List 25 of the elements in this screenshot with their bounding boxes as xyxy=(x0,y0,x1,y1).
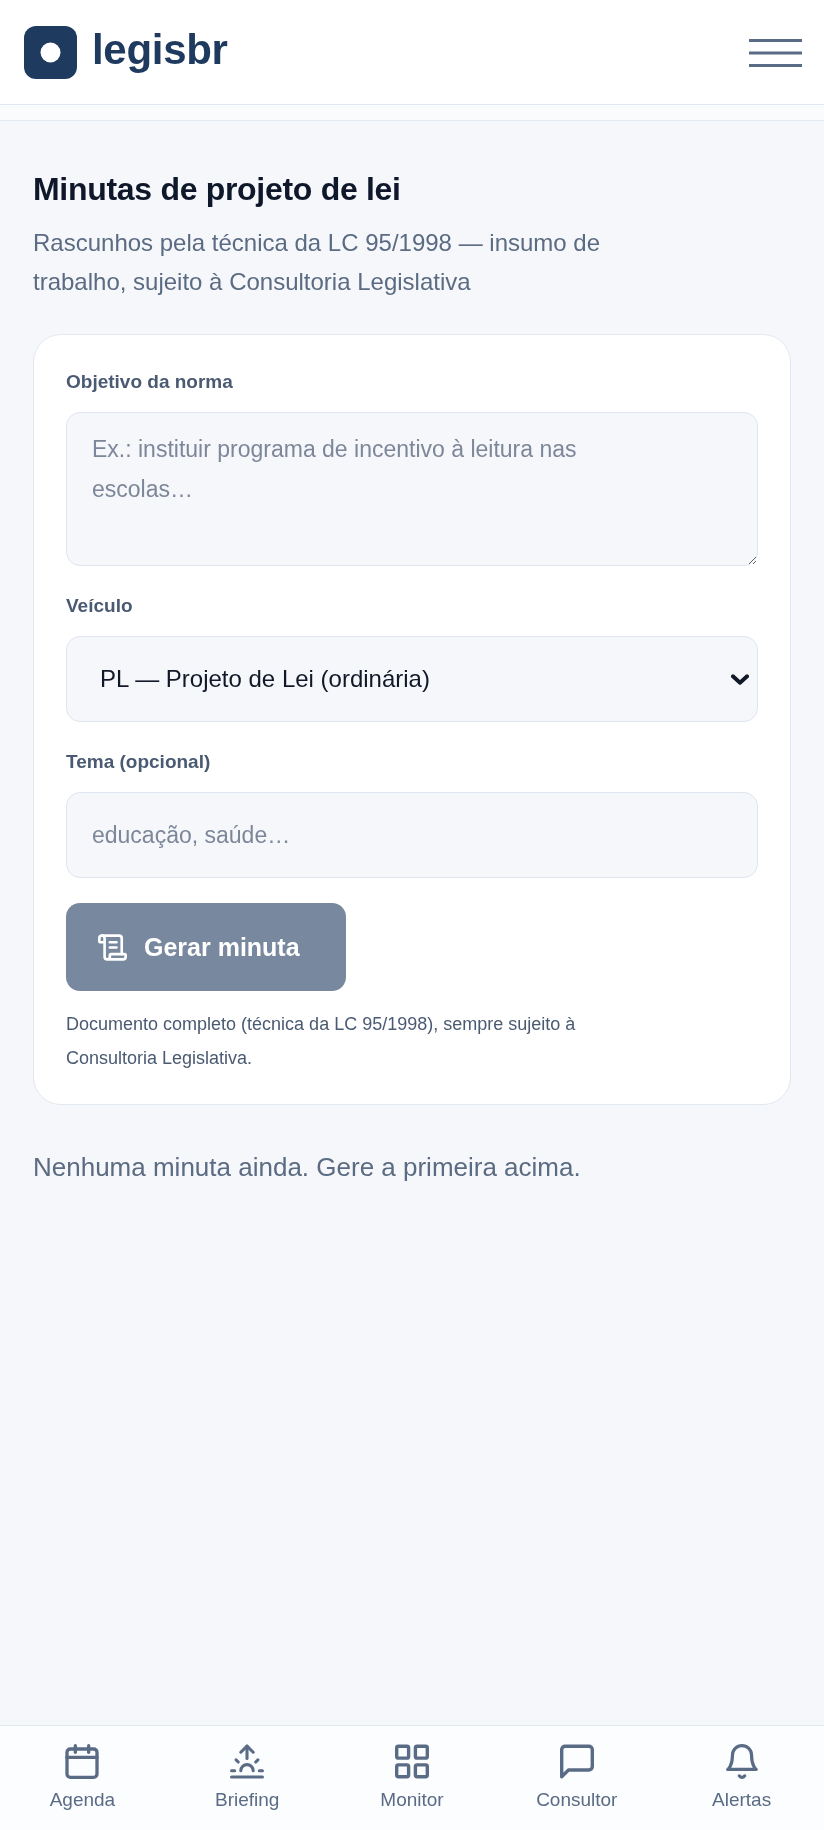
input-field[interactable]: educação, saúde… xyxy=(66,792,758,878)
textarea-field[interactable]: Ex.: instituir programa de incentivo à leitura nas escolas… xyxy=(66,412,758,566)
nav-item[interactable]: Agenda xyxy=(0,1726,165,1830)
nav-item[interactable]: Briefing xyxy=(164,1726,330,1830)
scroll-icon xyxy=(98,933,127,961)
grid-icon xyxy=(395,1744,429,1779)
menu-icon[interactable] xyxy=(749,39,802,67)
sunrise-icon xyxy=(230,1744,265,1779)
help-text: Documento completo (técnica da LC 95/1998), sempre sujeito à Consultoria Legislativa. xyxy=(66,1013,577,1070)
field-label: Tema (opcional) xyxy=(66,750,212,774)
field-label: Objetivo da norma xyxy=(66,370,234,394)
nav-item[interactable]: Alertas xyxy=(659,1726,824,1830)
logo-icon xyxy=(24,25,77,79)
chat-bubble-icon xyxy=(559,1744,594,1779)
field-label: Veículo xyxy=(66,594,134,618)
page-subtitle: Rascunhos pela técnica da LC 95/1998 — insumo de trabalho, sujeito à Consultoria Legislativa xyxy=(33,228,602,297)
app-name: legisbr xyxy=(92,26,228,75)
nav-item[interactable]: Consultor xyxy=(494,1726,660,1830)
empty-state-message: Nenhuma minuta ainda. Gere a primeira acima. xyxy=(33,1151,582,1183)
calendar-icon xyxy=(65,1744,100,1779)
nav-item[interactable]: Monitor xyxy=(329,1726,495,1830)
select-field[interactable]: PL — Projeto de Lei (ordinária) xyxy=(66,636,758,722)
chevron-down-icon xyxy=(731,673,749,685)
page-title: Minutas de projeto de lei xyxy=(33,170,402,209)
bell-icon xyxy=(724,1744,759,1779)
